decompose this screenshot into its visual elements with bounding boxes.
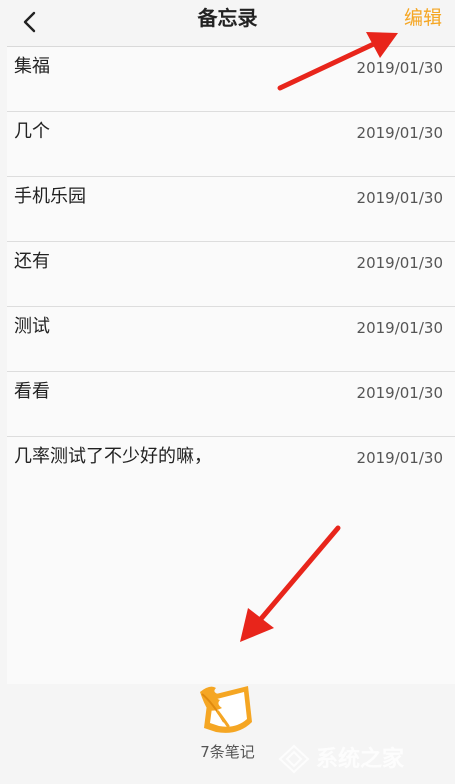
note-row[interactable]: 测试 2019/01/30 bbox=[7, 307, 455, 372]
note-row[interactable]: 还有 2019/01/30 bbox=[7, 242, 455, 307]
note-date: 2019/01/30 bbox=[356, 319, 443, 337]
note-title: 看看 bbox=[14, 381, 50, 402]
edit-button[interactable]: 编辑 bbox=[404, 4, 442, 32]
notes-app: 备忘录 编辑 集福 2019/01/30 几个 2019/01/30 手机乐园 … bbox=[0, 0, 455, 784]
note-row[interactable]: 手机乐园 2019/01/30 bbox=[7, 177, 455, 242]
note-row[interactable]: 几个 2019/01/30 bbox=[7, 112, 455, 177]
note-title: 几率测试了不少好的嘛， bbox=[14, 446, 212, 467]
note-date: 2019/01/30 bbox=[356, 59, 443, 77]
note-title: 几个 bbox=[14, 121, 50, 142]
list-empty-area bbox=[7, 500, 455, 684]
navigation-bar: 备忘录 编辑 bbox=[0, 0, 455, 46]
note-title: 还有 bbox=[14, 251, 50, 272]
note-date: 2019/01/30 bbox=[356, 384, 443, 402]
note-date: 2019/01/30 bbox=[356, 449, 443, 467]
note-title: 集福 bbox=[14, 56, 50, 77]
note-date: 2019/01/30 bbox=[356, 189, 443, 207]
note-date: 2019/01/30 bbox=[356, 254, 443, 272]
quill-note-icon[interactable] bbox=[194, 682, 256, 738]
note-count: 7条笔记 bbox=[200, 743, 255, 761]
note-row[interactable]: 几率测试了不少好的嘛， 2019/01/30 bbox=[7, 437, 455, 502]
note-title: 测试 bbox=[14, 316, 50, 337]
note-title: 手机乐园 bbox=[14, 186, 86, 207]
page-title: 备忘录 bbox=[197, 6, 258, 30]
note-date: 2019/01/30 bbox=[356, 124, 443, 142]
note-row[interactable]: 看看 2019/01/30 bbox=[7, 372, 455, 437]
notes-list: 集福 2019/01/30 几个 2019/01/30 手机乐园 2019/01… bbox=[7, 47, 455, 502]
note-row[interactable]: 集福 2019/01/30 bbox=[7, 47, 455, 112]
